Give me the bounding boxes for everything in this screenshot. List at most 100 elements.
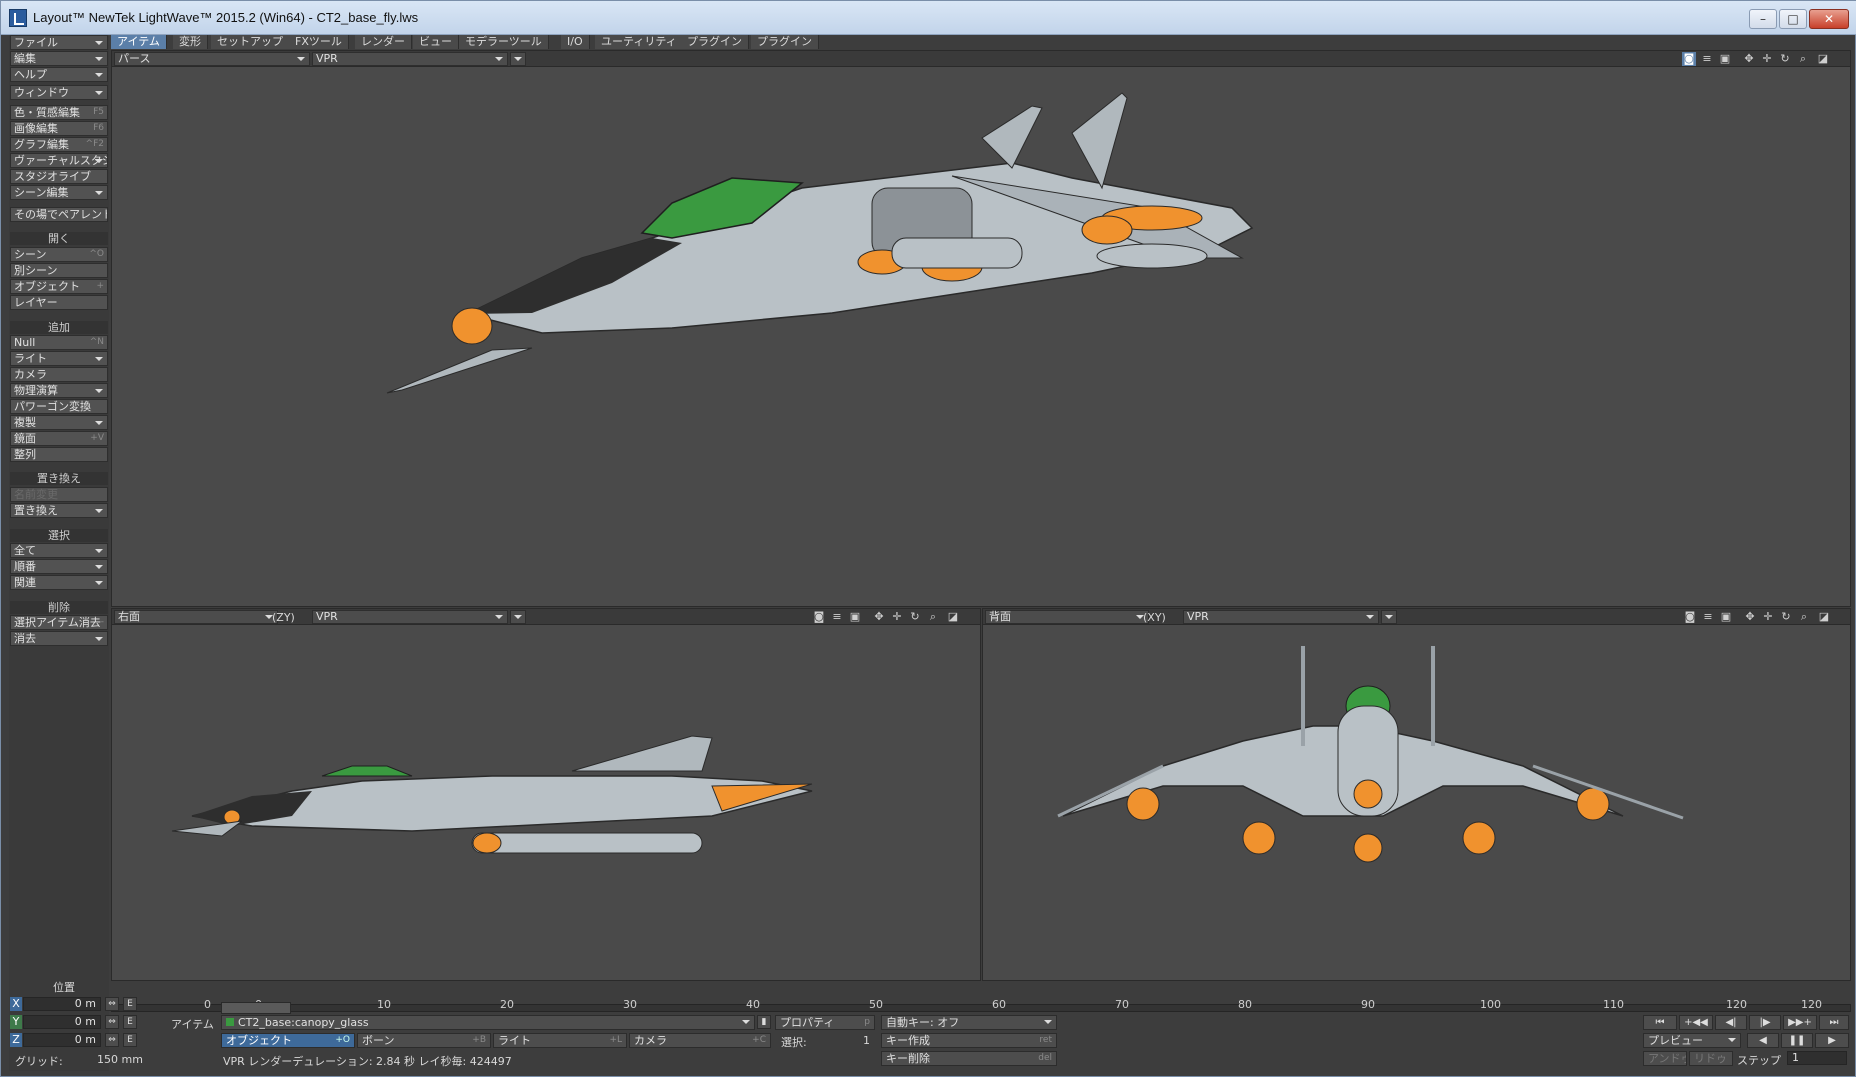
step-forward-icon[interactable]: |▶ xyxy=(1749,1015,1781,1030)
tab-modify[interactable]: 変形 xyxy=(173,35,208,49)
maximize-viewport-icon[interactable]: ◪ xyxy=(1816,52,1830,66)
y-envelope-button[interactable]: E xyxy=(123,1015,137,1029)
preview-select[interactable]: プレビュー xyxy=(1643,1033,1741,1048)
tab-plugins-1[interactable]: プラグイン xyxy=(681,35,749,49)
move-icon[interactable]: ✥ xyxy=(1742,52,1756,66)
zoom-icon[interactable]: ⌕ xyxy=(1796,52,1810,66)
go-to-start-icon[interactable]: ⏮ xyxy=(1643,1015,1677,1030)
timeline-slider[interactable]: 0 0 10 20 30 40 50 60 70 80 90 100 110 1… xyxy=(111,994,1851,1014)
save-icon[interactable]: ▣ xyxy=(1719,610,1733,624)
maximize-button[interactable]: □ xyxy=(1779,9,1807,29)
rename-button[interactable]: 名前変更 xyxy=(10,487,108,502)
view-type-select[interactable]: 背面 xyxy=(985,610,1149,624)
surface-editor-button[interactable]: 色・質感編集 F5 xyxy=(10,105,108,120)
pause-icon[interactable]: ❚❚ xyxy=(1781,1033,1813,1048)
align-button[interactable]: 整列 xyxy=(10,447,108,462)
virtual-studio-button[interactable]: ヴァーチャルスタジオ xyxy=(10,153,108,168)
minimize-button[interactable]: – xyxy=(1749,9,1777,29)
select-all-button[interactable]: 全て xyxy=(10,543,108,558)
play-reverse-icon[interactable]: ◀ xyxy=(1747,1033,1779,1048)
tab-render[interactable]: レンダー xyxy=(355,35,412,49)
pan-icon[interactable]: ✛ xyxy=(1761,610,1775,624)
back-view-scene[interactable] xyxy=(983,626,1850,980)
camera-icon[interactable]: ◙ xyxy=(1683,610,1697,624)
y-position-field[interactable]: 0 m xyxy=(23,1015,101,1029)
graph-editor-button[interactable]: グラフ編集 ^F2 xyxy=(10,137,108,152)
mirror-button[interactable]: 鏡面 +V xyxy=(10,431,108,446)
right-view-scene[interactable] xyxy=(112,626,980,980)
x-position-field[interactable]: 0 m xyxy=(23,997,101,1011)
view-type-select[interactable]: パース xyxy=(114,52,310,66)
render-mode-select[interactable]: VPR xyxy=(312,52,508,66)
menu-help[interactable]: ヘルプ xyxy=(10,67,108,82)
studio-live-button[interactable]: スタジオライブ xyxy=(10,169,108,184)
tab-plugins-2[interactable]: プラグイン xyxy=(751,35,819,49)
undo-button[interactable]: アンドゥ xyxy=(1643,1051,1687,1066)
rotate-icon[interactable]: ↻ xyxy=(908,610,922,624)
list-icon[interactable]: ≡ xyxy=(1701,610,1715,624)
tab-setup[interactable]: セットアップ xyxy=(211,35,290,49)
lights-mode-button[interactable]: ライト +L xyxy=(493,1033,627,1048)
clone-button[interactable]: 複製 xyxy=(10,415,108,430)
open-layer-button[interactable]: レイヤー xyxy=(10,295,108,310)
add-light-button[interactable]: ライト xyxy=(10,351,108,366)
play-icon[interactable]: ▶ xyxy=(1815,1033,1849,1048)
tab-view[interactable]: ビュー xyxy=(413,35,459,49)
render-mode-select[interactable]: VPR xyxy=(312,610,508,624)
powergon-convert-button[interactable]: パワーゴン変換 xyxy=(10,399,108,414)
clear-button[interactable]: 消去 xyxy=(10,631,108,646)
render-mode-select[interactable]: VPR xyxy=(1183,610,1379,624)
delete-key-button[interactable]: キー削除 del xyxy=(881,1051,1057,1066)
viewport-options-select[interactable] xyxy=(1381,610,1397,624)
open-object-button[interactable]: オブジェクト + xyxy=(10,279,108,294)
x-envelope-button[interactable]: E xyxy=(123,997,137,1011)
next-key-icon[interactable]: ▶▶+ xyxy=(1783,1015,1817,1030)
maximize-viewport-icon[interactable]: ◪ xyxy=(1817,610,1831,624)
add-dynamics-button[interactable]: 物理演算 xyxy=(10,383,108,398)
tab-fx-tools[interactable]: FXツール xyxy=(289,35,349,49)
timeline-scrubber[interactable] xyxy=(221,1002,291,1014)
tab-utilities[interactable]: ユーティリティ xyxy=(595,35,684,49)
tab-io[interactable]: I/O xyxy=(561,35,590,49)
menu-edit[interactable]: 編集 xyxy=(10,51,108,66)
y-move-icon[interactable]: ⇔ xyxy=(105,1015,119,1029)
bones-mode-button[interactable]: ボーン +B xyxy=(357,1033,491,1048)
rotate-icon[interactable]: ↻ xyxy=(1778,52,1792,66)
save-icon[interactable]: ▣ xyxy=(1718,52,1732,66)
list-icon[interactable]: ≡ xyxy=(1700,52,1714,66)
step-back-icon[interactable]: ◀| xyxy=(1715,1015,1747,1030)
add-camera-button[interactable]: カメラ xyxy=(10,367,108,382)
select-order-button[interactable]: 順番 xyxy=(10,559,108,574)
perspective-scene[interactable] xyxy=(112,68,1850,606)
x-move-icon[interactable]: ⇔ xyxy=(105,997,119,1011)
menu-file[interactable]: ファイル xyxy=(10,35,108,50)
add-null-button[interactable]: Null ^N xyxy=(10,335,108,350)
create-key-button[interactable]: キー作成 ret xyxy=(881,1033,1057,1048)
close-button[interactable]: ✕ xyxy=(1809,9,1849,29)
pan-icon[interactable]: ✛ xyxy=(890,610,904,624)
camera-icon[interactable]: ◙ xyxy=(812,610,826,624)
viewport-options-select[interactable] xyxy=(510,52,526,66)
clear-selected-items-button[interactable]: 選択アイテム消去 - xyxy=(10,615,108,630)
open-scene-button[interactable]: シーン ^O xyxy=(10,247,108,262)
view-type-select[interactable]: 右面 xyxy=(114,610,278,624)
viewport-right[interactable]: 右面 (ZY) VPR ◙ ≡ ▣ ✥ ✛ ↻ ⌕ ◪ xyxy=(111,608,981,981)
select-related-button[interactable]: 関連 xyxy=(10,575,108,590)
pan-icon[interactable]: ✛ xyxy=(1760,52,1774,66)
cameras-mode-button[interactable]: カメラ +C xyxy=(629,1033,771,1048)
step-field[interactable]: 1 xyxy=(1787,1051,1847,1065)
menu-window[interactable]: ウィンドウ xyxy=(10,85,108,100)
image-editor-button[interactable]: 画像編集 F6 xyxy=(10,121,108,136)
go-to-end-icon[interactable]: ⏭ xyxy=(1819,1015,1849,1030)
replace-button[interactable]: 置き換え xyxy=(10,503,108,518)
viewport-perspective[interactable]: パース VPR ◙ ≡ ▣ ✥ ✛ ↻ ⌕ ◪ xyxy=(111,50,1851,607)
z-position-field[interactable]: 0 m xyxy=(23,1033,101,1047)
zoom-icon[interactable]: ⌕ xyxy=(1797,610,1811,624)
auto-key-select[interactable]: 自動キー: オフ xyxy=(881,1015,1057,1030)
move-icon[interactable]: ✥ xyxy=(1743,610,1757,624)
save-icon[interactable]: ▣ xyxy=(848,610,862,624)
previous-key-icon[interactable]: +◀◀ xyxy=(1679,1015,1713,1030)
tab-items[interactable]: アイテム xyxy=(111,35,167,49)
open-other-scene-button[interactable]: 別シーン xyxy=(10,263,108,278)
z-move-icon[interactable]: ⇔ xyxy=(105,1033,119,1047)
